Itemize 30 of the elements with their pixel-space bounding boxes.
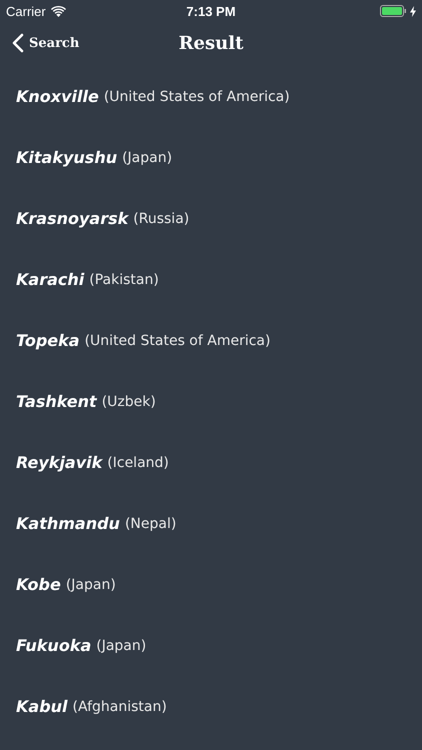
city-name[interactable]: Knoxville bbox=[16, 87, 99, 106]
carrier-label: Carrier bbox=[6, 4, 46, 18]
wifi-icon bbox=[50, 6, 66, 16]
country-name: (Afghanistan) bbox=[72, 698, 167, 714]
country-name: (Uzbek) bbox=[102, 394, 156, 410]
country-name: (Japan) bbox=[66, 576, 116, 592]
city-name[interactable]: Fukuoka bbox=[16, 636, 92, 655]
city-name[interactable]: Tashkent bbox=[16, 392, 97, 411]
country-name: (United States of America) bbox=[104, 88, 290, 104]
clock-time: 7:13 PM bbox=[186, 4, 236, 18]
screen-title: Result bbox=[178, 32, 244, 54]
country-name: (Japan) bbox=[96, 638, 146, 654]
city-name[interactable]: Krasnoyarsk bbox=[16, 209, 128, 228]
back-chevron-icon bbox=[12, 33, 24, 53]
country-name: (Iceland) bbox=[107, 454, 169, 470]
city-name[interactable]: Kitakyushu bbox=[16, 148, 118, 167]
country-name: (Nepal) bbox=[124, 516, 176, 532]
back-button[interactable]: Search bbox=[0, 33, 80, 53]
country-name: (Pakistan) bbox=[89, 272, 159, 288]
city-name[interactable]: Reykjavik bbox=[16, 453, 102, 472]
battery-icon bbox=[380, 5, 407, 17]
city-name[interactable]: Topeka bbox=[16, 331, 80, 350]
country-name: (United States of America) bbox=[84, 332, 270, 348]
city-name[interactable]: Karachi bbox=[16, 270, 84, 289]
country-name: (Japan) bbox=[122, 150, 172, 166]
city-name[interactable]: Kobe bbox=[16, 575, 61, 594]
country-name: (Russia) bbox=[133, 210, 190, 226]
city-name[interactable]: Kabul bbox=[16, 697, 68, 716]
charging-icon bbox=[410, 6, 416, 16]
city-name[interactable]: Kathmandu bbox=[16, 514, 120, 533]
